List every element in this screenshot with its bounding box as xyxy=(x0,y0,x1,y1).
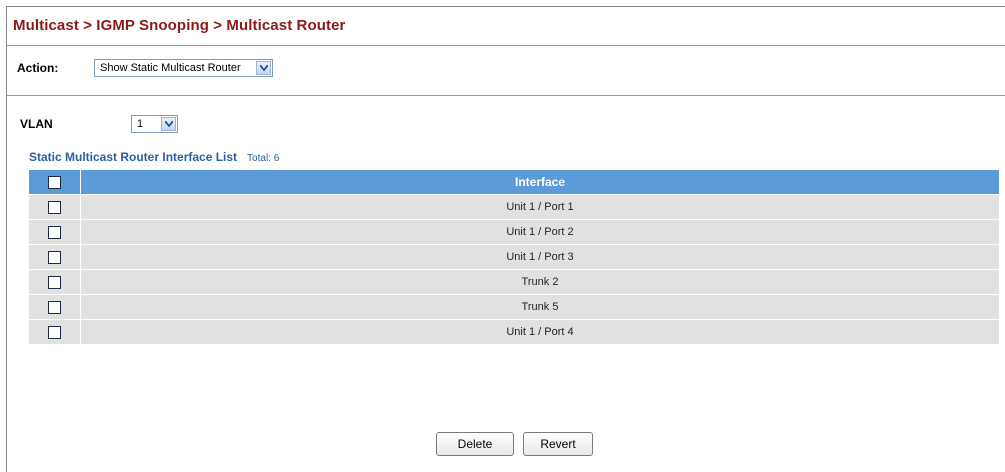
table-header-row: Interface xyxy=(28,169,1000,195)
table-row: Unit 1 / Port 2 xyxy=(28,219,1000,245)
row-checkbox[interactable] xyxy=(48,300,61,314)
interface-cell: Unit 1 / Port 1 xyxy=(80,194,1000,220)
table-row: Unit 1 / Port 4 xyxy=(28,319,1000,345)
row-checkbox[interactable] xyxy=(48,325,61,339)
row-checkbox-cell xyxy=(28,269,81,295)
action-select-value: Show Static Multicast Router xyxy=(100,62,241,74)
list-title-text: Static Multicast Router Interface List xyxy=(29,150,238,164)
table-row: Trunk 2 xyxy=(28,269,1000,295)
row-checkbox[interactable] xyxy=(48,275,61,289)
revert-button[interactable]: Revert xyxy=(523,432,593,456)
row-checkbox-cell xyxy=(28,219,81,245)
row-checkbox[interactable] xyxy=(48,200,61,214)
interface-cell: Unit 1 / Port 3 xyxy=(80,244,1000,270)
interface-cell: Unit 1 / Port 4 xyxy=(80,319,1000,345)
select-all-checkbox[interactable] xyxy=(48,176,61,190)
chevron-down-icon[interactable] xyxy=(256,61,271,75)
interface-table: Interface Unit 1 / Port 1 Unit 1 / Port … xyxy=(28,169,1000,345)
table-row: Trunk 5 xyxy=(28,294,1000,320)
action-label: Action: xyxy=(17,61,59,75)
row-checkbox-cell xyxy=(28,319,81,345)
select-all-cell xyxy=(28,169,81,195)
action-select[interactable]: Show Static Multicast Router xyxy=(94,59,273,77)
chevron-down-icon[interactable] xyxy=(161,117,176,131)
list-total: Total: 6 xyxy=(247,153,280,164)
table-row: Unit 1 / Port 1 xyxy=(28,194,1000,220)
vlan-select-value: 1 xyxy=(137,118,144,130)
divider xyxy=(7,95,1005,96)
row-checkbox[interactable] xyxy=(48,250,61,264)
vlan-select[interactable]: 1 xyxy=(131,115,178,133)
list-title: Static Multicast Router Interface List To… xyxy=(29,150,279,164)
interface-cell: Unit 1 / Port 2 xyxy=(80,219,1000,245)
page-title: Multicast > IGMP Snooping > Multicast Ro… xyxy=(13,17,346,34)
interface-cell: Trunk 2 xyxy=(80,269,1000,295)
table-row: Unit 1 / Port 3 xyxy=(28,244,1000,270)
delete-button[interactable]: Delete xyxy=(436,432,514,456)
row-checkbox[interactable] xyxy=(48,225,61,239)
row-checkbox-cell xyxy=(28,294,81,320)
interface-column-header: Interface xyxy=(80,169,1000,195)
row-checkbox-cell xyxy=(28,194,81,220)
divider xyxy=(7,45,1005,46)
vlan-label: VLAN xyxy=(20,117,53,131)
interface-cell: Trunk 5 xyxy=(80,294,1000,320)
row-checkbox-cell xyxy=(28,244,81,270)
